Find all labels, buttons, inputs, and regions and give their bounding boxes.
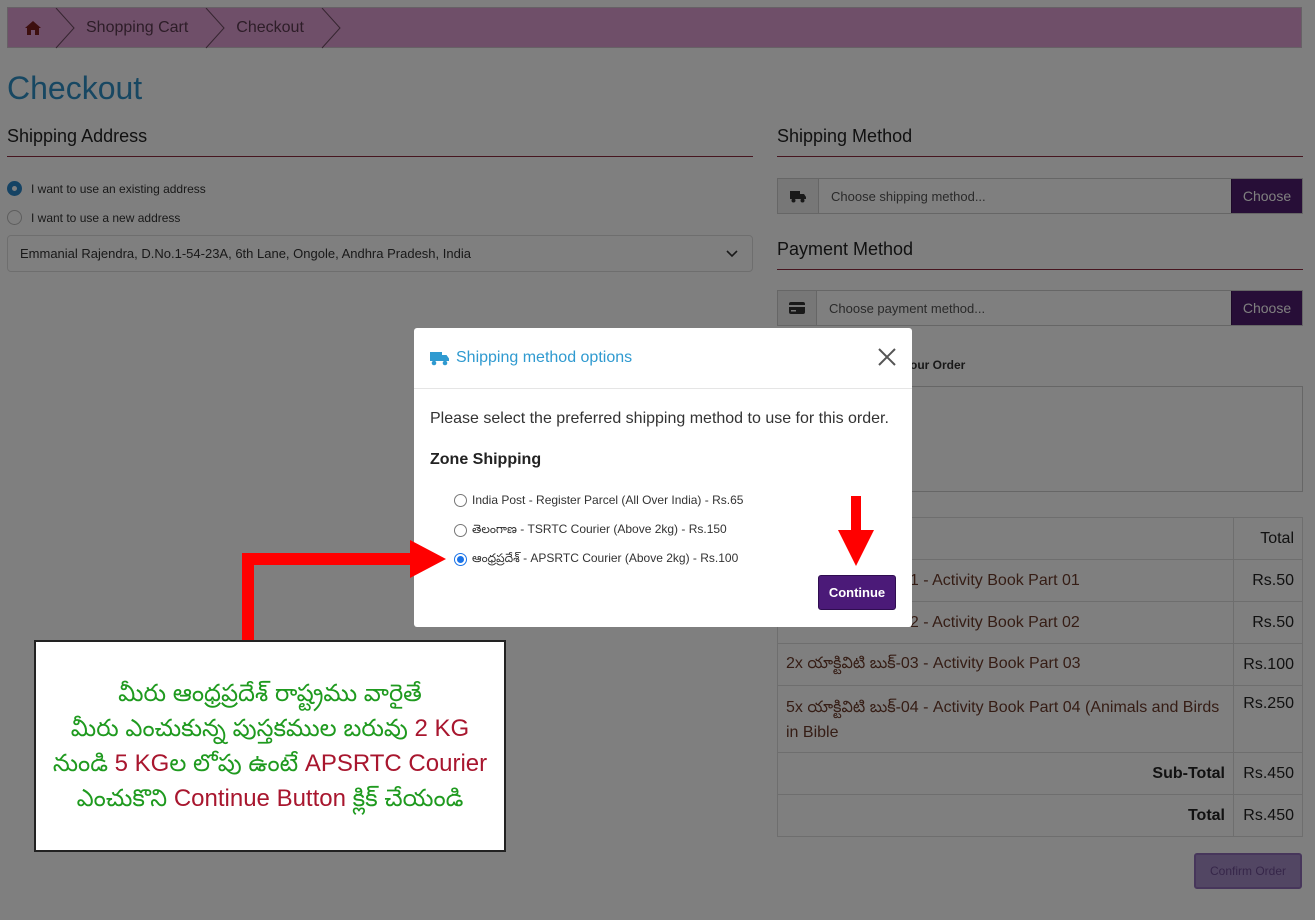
callout-line: మీరు ఆంధ్రప్రదేశ్ రాష్ట్రము వారైతే	[118, 680, 422, 707]
callout-line: నుండి 5 KGల లోపు ఉంటే APSRTC Courier	[52, 750, 488, 777]
instruction-callout: మీరు ఆంధ్రప్రదేశ్ రాష్ట్రము వారైతే మీరు …	[34, 640, 506, 852]
callout-line: ఎంచుకొని Continue Button క్లిక్ చేయండి	[76, 785, 464, 812]
callout-line: మీరు ఎంచుకున్న పుస్తకముల బరువు 2 KG	[70, 715, 470, 742]
